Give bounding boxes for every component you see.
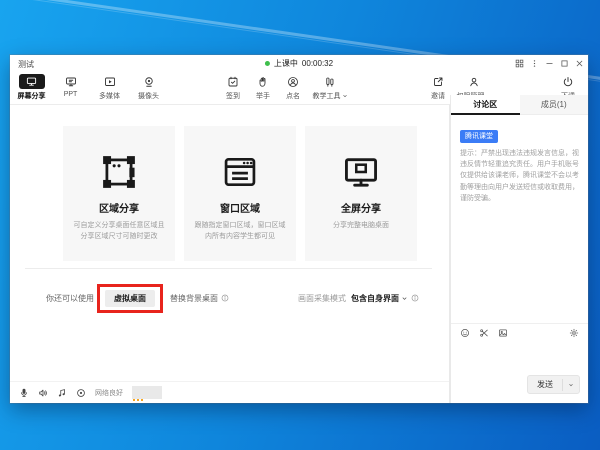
info-icon[interactable] xyxy=(221,294,229,302)
send-options-caret[interactable] xyxy=(562,379,579,391)
webcam-icon xyxy=(143,74,155,89)
card-window-share[interactable]: 窗口区域 跟随指定窗口区域，窗口区域内所有内容学生都可见 xyxy=(184,126,296,261)
send-button[interactable]: 发送 xyxy=(527,375,580,394)
card-description: 分享完整电脑桌面 xyxy=(325,221,397,232)
info-icon[interactable] xyxy=(411,294,419,302)
fullscreen-share-icon xyxy=(342,152,380,192)
class-timer: 00:00:32 xyxy=(302,59,333,68)
card-title: 区域分享 xyxy=(99,200,139,215)
raise-hand-icon xyxy=(257,74,269,89)
annotation-highlight-box: 虚拟桌面 xyxy=(97,284,163,313)
media-play-icon xyxy=(104,74,116,89)
chevron-down-icon xyxy=(401,295,408,302)
window-title: 测试 xyxy=(18,59,34,70)
class-status-label: 上课中 xyxy=(274,58,298,69)
tab-members[interactable]: 成员(1) xyxy=(520,95,589,114)
capture-mode-select[interactable]: 包含自身界面 xyxy=(351,293,408,304)
replace-background-link[interactable]: 替换背景桌面 xyxy=(170,293,218,304)
action-label: 举手 xyxy=(256,91,270,101)
capture-mode-group: 画面采集模式 包含自身界面 xyxy=(298,293,419,304)
check-in-icon xyxy=(227,74,239,89)
orange-marks xyxy=(133,399,145,401)
teaching-tools-button[interactable]: 教学工具 xyxy=(308,71,352,101)
system-notice: 腾讯课堂 提示：严禁出现违法违规发言信息，视违反情节轻重追究责任。用户手机账号仅… xyxy=(451,115,588,204)
check-in-button[interactable]: 签到 xyxy=(218,71,248,101)
tab-screen-share[interactable]: 屏幕分享 xyxy=(12,71,51,101)
power-icon xyxy=(562,74,574,89)
card-title: 窗口区域 xyxy=(220,200,260,215)
roll-call-button[interactable]: 点名 xyxy=(278,71,308,101)
share-mode-cards: 区域分享 可自定义分享桌面任意区域且分享区域尺寸可随时更改 窗口区域 跟随指定窗… xyxy=(63,126,417,261)
maximize-icon[interactable] xyxy=(559,58,569,68)
action-label: 教学工具 xyxy=(313,91,341,101)
classroom-window: 测试 上课中 00:00:32 屏幕分享 xyxy=(10,55,588,403)
extra-options-row: 你还可以使用 虚拟桌面 替换背景桌面 画面采集模式 包含自身界面 xyxy=(46,281,419,315)
speaker-icon[interactable] xyxy=(38,388,48,398)
notice-text: 提示：严禁出现违法违规发言信息，视违反情节轻重追究责任。用户手机账号仅提供给该课… xyxy=(460,148,579,204)
raise-hand-button[interactable]: 举手 xyxy=(248,71,278,101)
layout-grid-icon[interactable] xyxy=(514,58,524,68)
tab-label: PPT xyxy=(64,91,78,98)
gear-icon[interactable] xyxy=(569,328,579,338)
screenshot-scissors-icon[interactable] xyxy=(479,328,489,338)
tab-label: 摄像头 xyxy=(138,91,159,101)
ppt-icon xyxy=(65,74,77,89)
emoji-icon[interactable] xyxy=(460,328,470,338)
card-region-share[interactable]: 区域分享 可自定义分享桌面任意区域且分享区域尺寸可随时更改 xyxy=(63,126,175,261)
action-label: 签到 xyxy=(226,91,240,101)
tab-label: 屏幕分享 xyxy=(18,91,46,101)
class-status: 上课中 00:00:32 xyxy=(265,58,333,69)
chat-toolbar xyxy=(451,323,588,341)
chevron-down-icon xyxy=(568,382,574,388)
online-dot-icon xyxy=(265,61,270,66)
notice-badge: 腾讯课堂 xyxy=(460,130,498,143)
roll-call-icon xyxy=(287,74,299,89)
image-icon[interactable] xyxy=(498,328,508,338)
tab-label: 多媒体 xyxy=(99,91,120,101)
virtual-desktop-hint: 你还可以使用 xyxy=(46,293,94,304)
window-controls xyxy=(514,58,584,68)
tab-multimedia[interactable]: 多媒体 xyxy=(90,71,129,101)
network-icon[interactable] xyxy=(76,388,86,398)
class-actions: 签到 举手 点名 xyxy=(218,71,352,101)
bgm-music-icon[interactable] xyxy=(57,388,67,398)
action-label: 点名 xyxy=(286,91,300,101)
card-title: 全屏分享 xyxy=(341,200,381,215)
capture-mode-value: 包含自身界面 xyxy=(351,293,399,304)
title-bar: 测试 上课中 00:00:32 xyxy=(10,55,588,71)
network-status-text: 网络良好 xyxy=(95,388,123,398)
invite-icon xyxy=(432,74,444,89)
virtual-desktop-button[interactable]: 虚拟桌面 xyxy=(105,290,155,307)
sidebar: 讨论区 成员(1) 腾讯课堂 提示：严禁出现违法违规发言信息，视违反情节轻重追究… xyxy=(450,95,588,403)
sidebar-tabs: 讨论区 成员(1) xyxy=(451,95,588,115)
send-row: 发送 xyxy=(527,375,580,394)
capture-mode-label: 画面采集模式 xyxy=(298,293,346,304)
main-area: 区域分享 可自定义分享桌面任意区域且分享区域尺寸可随时更改 窗口区域 跟随指定窗… xyxy=(10,104,450,403)
region-share-icon xyxy=(100,152,138,192)
card-description: 可自定义分享桌面任意区域且分享区域尺寸可随时更改 xyxy=(63,221,175,243)
device-status-bar: 网络良好 xyxy=(10,381,449,403)
microphone-icon[interactable] xyxy=(19,388,29,398)
share-mode-tabs: 屏幕分享 PPT 多媒体 xyxy=(12,71,168,101)
permission-person-icon xyxy=(468,74,480,89)
desktop-background: 测试 上课中 00:00:32 屏幕分享 xyxy=(0,0,600,450)
send-label: 发送 xyxy=(528,376,562,393)
tab-discussion[interactable]: 讨论区 xyxy=(451,95,520,114)
divider xyxy=(25,268,432,269)
close-icon[interactable] xyxy=(574,58,584,68)
tab-camera[interactable]: 摄像头 xyxy=(129,71,168,101)
window-share-icon xyxy=(221,152,259,192)
more-icon[interactable] xyxy=(529,58,539,68)
card-description: 跟随指定窗口区域，窗口区域内所有内容学生都可见 xyxy=(184,221,296,243)
status-placeholder-box xyxy=(132,386,162,399)
tab-ppt[interactable]: PPT xyxy=(51,71,90,101)
card-fullscreen-share[interactable]: 全屏分享 分享完整电脑桌面 xyxy=(305,126,417,261)
minimize-icon[interactable] xyxy=(544,58,554,68)
action-label: 邀请 xyxy=(431,91,445,101)
chevron-down-icon xyxy=(342,93,348,99)
teaching-tools-icon xyxy=(324,74,336,89)
screen-share-icon xyxy=(19,74,45,89)
